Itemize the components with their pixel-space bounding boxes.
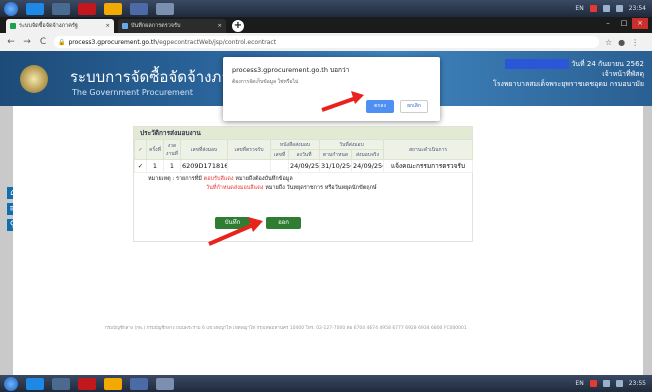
taskbar-top: EN 23:54 xyxy=(0,0,652,17)
volume-icon[interactable] xyxy=(615,5,623,12)
network-icon[interactable] xyxy=(602,5,610,12)
user-info: วันที่ 24 กันยายน 2562 เจ้าหน้าที่พัสดุ … xyxy=(493,59,644,88)
tab-label: บันทึกผลการตรวจรับ xyxy=(131,23,181,29)
dialog-title: process3.gprocurement.go.th บอกว่า xyxy=(232,66,350,74)
header-doc-no: เลขที่ xyxy=(270,149,289,160)
explorer-icon[interactable] xyxy=(52,377,70,390)
start-icon[interactable] xyxy=(4,376,18,391)
remark: หมายเหตุ : รายการที่มี ตอบรับสีแดง หมายถ… xyxy=(148,176,377,191)
minimize-icon[interactable]: – xyxy=(600,18,616,29)
cell-receive-no xyxy=(227,159,271,173)
tab-inspection[interactable]: บันทึกผลการตรวจรับ × xyxy=(118,19,226,33)
dialog-cancel-button[interactable]: ยกเลิก xyxy=(400,100,428,113)
site-subtitle: The Government Procurement xyxy=(72,88,193,97)
app-icon[interactable] xyxy=(130,377,148,390)
exit-button[interactable]: ออก xyxy=(266,217,301,229)
cell-doc-date: 24/09/2562 xyxy=(288,159,320,173)
header-due: ตามกำหนด xyxy=(319,149,352,160)
arrow-annotation xyxy=(321,91,364,112)
reload-icon[interactable]: C xyxy=(38,37,48,47)
cell-actual: 24/09/2562 xyxy=(351,159,384,173)
user-agency: โรงพยาบาลสมเด็จพระยุพราชเดชอุดม กรมอนามั… xyxy=(493,80,644,88)
clock[interactable]: 23:55 xyxy=(629,380,646,387)
header-no: ครั้งที่ xyxy=(146,139,164,160)
user-role: เจ้าหน้าที่พัสดุ xyxy=(602,70,644,78)
favicon-icon xyxy=(122,23,128,29)
app-icon[interactable] xyxy=(130,2,148,15)
cell-doc-no xyxy=(270,159,289,173)
ie-icon[interactable] xyxy=(26,377,44,390)
header-doc-date: ลงวันที่ xyxy=(288,149,320,160)
header-check: ✓ xyxy=(134,139,147,160)
url-host: process3.gprocurement.go.th xyxy=(68,38,158,46)
close-icon[interactable]: × xyxy=(105,23,110,29)
menu-icon[interactable]: ⋮ xyxy=(631,38,639,47)
row-checkbox[interactable]: ✓ xyxy=(134,159,147,173)
tray-icon[interactable] xyxy=(589,380,597,387)
chrome-icon[interactable] xyxy=(104,2,122,15)
header-date-group: วันที่ส่งมอบ xyxy=(319,139,384,150)
browser-tabstrip: ระบบจัดซื้อจัดจ้างภาครัฐ × บันทึกผลการตร… xyxy=(0,17,652,33)
header-doc-group: หนังสือส่งมอบ xyxy=(270,139,320,150)
close-window-icon[interactable]: × xyxy=(632,18,648,29)
address-bar[interactable]: 🔒 process3.gprocurement.go.th /egpecontr… xyxy=(54,36,599,48)
main-content: ประวัติการส่งมอบงาน ✓ ครั้งที่ งวดงานที่… xyxy=(13,106,643,375)
dialog-ok-button[interactable]: ตกลง xyxy=(366,100,394,113)
taskbar-bottom: EN 23:55 xyxy=(0,375,652,392)
redacted-block xyxy=(505,59,570,69)
tray-icon[interactable] xyxy=(589,5,597,12)
header-receive-no: เลขที่ตรวจรับ xyxy=(227,139,271,160)
close-icon[interactable]: × xyxy=(217,23,222,29)
explorer-icon[interactable] xyxy=(52,2,70,15)
cell-due: 31/10/2562 xyxy=(319,159,352,173)
header-status: สถานะดำเนินการ xyxy=(383,139,473,160)
tab-procurement[interactable]: ระบบจัดซื้อจัดจ้างภาครัฐ × xyxy=(6,19,114,33)
favicon-icon xyxy=(10,23,16,29)
new-tab-button[interactable]: + xyxy=(232,20,244,32)
language-indicator[interactable]: EN xyxy=(575,5,583,12)
app-icon[interactable] xyxy=(156,2,174,15)
browser-toolbar: ← → C 🔒 process3.gprocurement.go.th /egp… xyxy=(0,33,652,52)
star-icon[interactable]: ☆ xyxy=(605,38,612,47)
cell-delivery-no: 6209D1718164 xyxy=(180,159,228,173)
clock[interactable]: 23:54 xyxy=(629,5,646,12)
cell-no: 1 xyxy=(146,159,164,173)
delivery-table: ✓ ครั้งที่ งวดงานที่ เลขที่ส่งมอบ เลขที่… xyxy=(134,139,473,173)
ie-icon[interactable] xyxy=(26,2,44,15)
forward-icon[interactable]: → xyxy=(22,37,32,47)
delivery-history-panel: ประวัติการส่งมอบงาน ✓ ครั้งที่ งวดงานที่… xyxy=(133,126,473,242)
app-icon[interactable] xyxy=(156,377,174,390)
chrome-icon[interactable] xyxy=(104,377,122,390)
site-logo xyxy=(20,65,48,93)
header-period: งวดงานที่ xyxy=(163,139,181,160)
volume-icon[interactable] xyxy=(615,380,623,387)
maximize-icon[interactable]: □ xyxy=(616,18,632,29)
start-icon[interactable] xyxy=(4,1,18,16)
window-controls: – □ × xyxy=(600,18,648,29)
language-indicator[interactable]: EN xyxy=(575,380,583,387)
tab-label: ระบบจัดซื้อจัดจ้างภาครัฐ xyxy=(19,23,78,29)
lock-icon: 🔒 xyxy=(58,38,66,46)
cell-period: 1 xyxy=(163,159,181,173)
header-delivery-no: เลขที่ส่งมอบ xyxy=(180,139,228,160)
table-row: ✓ 1 1 6209D1718164 24/09/2562 31/10/2562… xyxy=(134,159,473,173)
profile-icon[interactable]: ● xyxy=(618,38,625,47)
network-icon[interactable] xyxy=(602,380,610,387)
url-path: /egpecontractWeb/jsp/control.econtract xyxy=(157,38,277,46)
panel-title: ประวัติการส่งมอบงาน xyxy=(134,127,472,139)
cell-status: แจ้งคณะกรรมการตรวจรับ xyxy=(383,159,473,173)
footer: กรมบัญชีกลาง (กพ.) กรมบัญชีกลาง ถนนพระรา… xyxy=(105,326,467,331)
back-icon[interactable]: ← xyxy=(6,37,16,47)
header-actual: ส่งมอบจริง xyxy=(351,149,384,160)
app-icon[interactable] xyxy=(78,2,96,15)
app-icon[interactable] xyxy=(78,377,96,390)
dialog-message: ต้องการจัดเก็บข้อมูล ใช่หรือไม่ xyxy=(232,79,299,85)
arrow-annotation xyxy=(208,217,263,246)
